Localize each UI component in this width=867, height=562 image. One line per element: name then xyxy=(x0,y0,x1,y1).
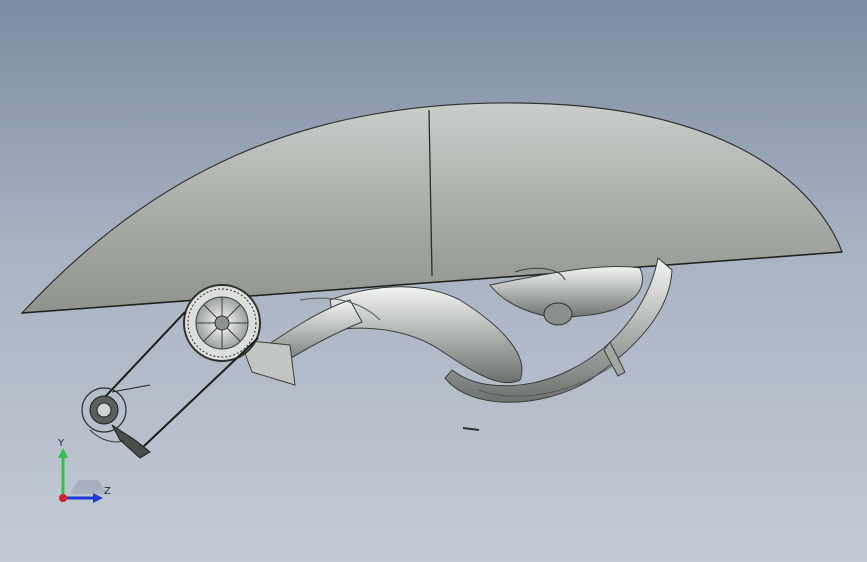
coordinate-triad[interactable]: Y Z xyxy=(48,438,128,512)
fairing-shell xyxy=(20,102,843,314)
z-axis-arrowhead xyxy=(93,493,103,503)
axis-arrows xyxy=(58,448,108,503)
small-bracket xyxy=(462,427,480,431)
y-axis-arrowhead xyxy=(58,448,68,458)
triad-plane xyxy=(70,480,108,494)
x-axis-origin xyxy=(59,494,67,502)
z-axis-label: Z xyxy=(104,486,111,497)
cad-3d-viewport[interactable]: Y Z xyxy=(0,0,867,562)
front-chainring xyxy=(183,284,261,362)
y-axis-label: Y xyxy=(58,438,65,449)
3d-model-scene[interactable] xyxy=(0,0,867,562)
